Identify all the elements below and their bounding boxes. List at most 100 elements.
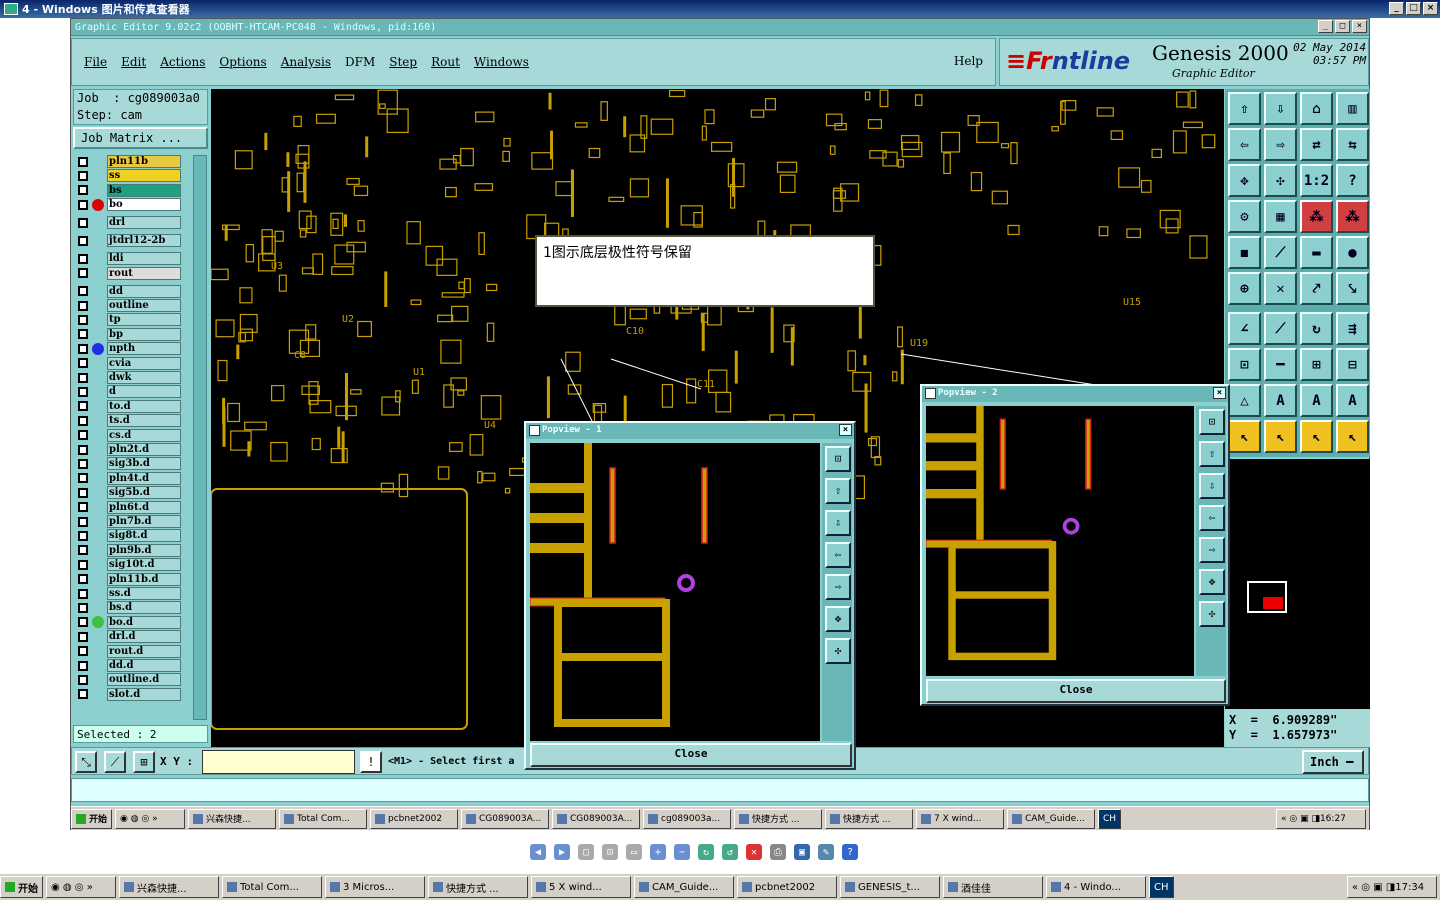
popview-1-tool-2[interactable]: ⇧	[825, 478, 851, 504]
tool-button-8[interactable]: ⇆	[1336, 128, 1369, 161]
layer-name[interactable]: bp	[107, 327, 181, 341]
layer-checkbox[interactable]	[78, 559, 88, 570]
layer-checkbox[interactable]	[78, 516, 88, 527]
tool-button-4[interactable]: ▥	[1336, 92, 1369, 125]
minimize-button[interactable]: _	[1389, 2, 1404, 15]
app-maximize-button[interactable]: □	[1335, 20, 1350, 33]
taskbar-item[interactable]: GENESIS_t...	[840, 876, 940, 898]
layer-checkbox[interactable]	[78, 660, 88, 671]
taskbar-item[interactable]: 快捷方式 ...	[825, 808, 914, 829]
layer-checkbox[interactable]	[78, 314, 88, 325]
layer-checkbox[interactable]	[78, 602, 88, 613]
layer-checkbox[interactable]	[78, 358, 88, 369]
tool-button-12[interactable]: ?	[1336, 164, 1369, 197]
layer-name[interactable]: jtdrl12-2b	[107, 234, 181, 248]
best-fit-icon[interactable]: ▢	[578, 844, 594, 860]
layer-row[interactable]: bs.d	[75, 601, 203, 615]
tool-button-19[interactable]: ▬	[1300, 236, 1333, 269]
save-icon[interactable]: ▣	[794, 844, 810, 860]
quick-launch[interactable]: ◉ ◍ ◎ »	[115, 808, 186, 829]
layer-row[interactable]: bo.d	[75, 615, 203, 629]
taskbar-item[interactable]: 快捷方式 ...	[428, 876, 528, 898]
layer-name[interactable]: ss	[107, 169, 181, 183]
quick-launch[interactable]: ◉ ◍ ◎ »	[46, 876, 116, 898]
tool-button-26[interactable]: ⟋	[1264, 312, 1297, 345]
tool-button-38[interactable]: ↖	[1264, 420, 1297, 453]
tool-button-3[interactable]: ⌂	[1300, 92, 1333, 125]
start-button[interactable]: 开始	[71, 808, 113, 829]
actual-size-icon[interactable]: ⊡	[602, 844, 618, 860]
layer-checkbox[interactable]	[78, 401, 88, 412]
taskbar-item[interactable]: CAM_Guide...	[634, 876, 734, 898]
popview-1-tool-4[interactable]: ⇦	[825, 542, 851, 568]
tool-button-22[interactable]: ✕	[1264, 272, 1297, 305]
menu-actions[interactable]: Actions	[160, 55, 205, 69]
start-button[interactable]: 开始	[0, 876, 43, 898]
language-indicator[interactable]: CH	[1149, 876, 1174, 898]
popview-2-close-icon[interactable]: ×	[1213, 387, 1226, 399]
layer-list-scrollbar[interactable]	[193, 155, 207, 720]
popview-2-tool-6[interactable]: ✥	[1199, 569, 1225, 595]
tool-button-10[interactable]: ✣	[1264, 164, 1297, 197]
layer-checkbox[interactable]	[78, 329, 88, 340]
layer-checkbox[interactable]	[78, 235, 88, 246]
taskbar-item[interactable]: 兴森快捷...	[119, 876, 219, 898]
layer-checkbox[interactable]	[78, 458, 88, 469]
layer-name[interactable]: sig8t.d	[107, 529, 181, 543]
tool-button-30[interactable]: ━	[1264, 348, 1297, 381]
layer-name[interactable]: npth	[107, 342, 181, 356]
help-icon[interactable]: ?	[842, 844, 858, 860]
taskbar-item[interactable]: Total Com...	[279, 808, 368, 829]
tool-button-9[interactable]: ✥	[1228, 164, 1261, 197]
layer-checkbox[interactable]	[78, 617, 88, 628]
layer-row[interactable]: dwk	[75, 371, 203, 384]
layer-checkbox[interactable]	[78, 415, 88, 426]
layer-name[interactable]: tp	[107, 313, 181, 327]
taskbar-item[interactable]: CAM_Guide...	[1007, 808, 1096, 829]
layer-row[interactable]: d	[75, 385, 203, 399]
tool-button-28[interactable]: ⇶	[1336, 312, 1369, 345]
taskbar-item[interactable]: 兴森快捷...	[188, 808, 277, 829]
tool-button-29[interactable]: ⊡	[1228, 348, 1261, 381]
tool-button-6[interactable]: ⇨	[1264, 128, 1297, 161]
layer-name[interactable]: ldi	[107, 252, 181, 266]
layer-row[interactable]: sig10t.d	[75, 558, 203, 572]
layer-checkbox[interactable]	[78, 530, 88, 541]
layer-row[interactable]: outline.d	[75, 673, 203, 687]
zoom-out-icon[interactable]: −	[674, 844, 690, 860]
layer-row[interactable]: bp	[75, 327, 203, 341]
app-minimize-button[interactable]: _	[1318, 20, 1333, 33]
layer-row[interactable]: slot.d	[75, 687, 203, 701]
delete-icon[interactable]: ✕	[746, 844, 762, 860]
overview-map[interactable]	[1225, 459, 1370, 709]
layer-name[interactable]: bs.d	[107, 601, 181, 615]
info-button[interactable]: !	[360, 751, 382, 773]
layer-row[interactable]: ts.d	[75, 414, 203, 428]
layer-name[interactable]: drl.d	[107, 630, 181, 644]
layer-checkbox[interactable]	[78, 631, 88, 642]
measure-tool-button[interactable]: ⟋	[104, 751, 126, 773]
layer-name[interactable]: pln7b.d	[107, 515, 181, 528]
layer-row[interactable]: dd.d	[75, 659, 203, 672]
layer-name[interactable]: dd.d	[107, 659, 181, 672]
taskbar-item[interactable]: CG089003A...	[461, 808, 550, 829]
unit-selector[interactable]: Inch ━	[1302, 750, 1364, 774]
layer-row[interactable]: bo	[75, 198, 203, 212]
tool-button-13[interactable]: ⚙	[1228, 200, 1261, 233]
layer-row[interactable]: dd	[75, 284, 203, 298]
layer-checkbox[interactable]	[78, 300, 88, 311]
layer-name[interactable]: pln11b	[107, 155, 181, 168]
taskbar-item[interactable]: pcbnet2002	[370, 808, 459, 829]
layer-row[interactable]: pln2t.d	[75, 443, 203, 456]
rotate-ccw-icon[interactable]: ↺	[722, 844, 738, 860]
layer-row[interactable]: pln11b	[75, 155, 203, 168]
layer-row[interactable]: drl	[75, 216, 203, 230]
layer-row[interactable]: sig3b.d	[75, 457, 203, 471]
layer-row[interactable]: pln7b.d	[75, 515, 203, 528]
layer-row[interactable]: outline	[75, 299, 203, 312]
layer-checkbox[interactable]	[78, 502, 88, 513]
menu-file[interactable]: File	[84, 55, 107, 69]
tray-icons[interactable]: « ◎ ▣ ◨	[1281, 814, 1320, 824]
tool-button-14[interactable]: ▦	[1264, 200, 1297, 233]
layer-name[interactable]: drl	[107, 216, 181, 230]
